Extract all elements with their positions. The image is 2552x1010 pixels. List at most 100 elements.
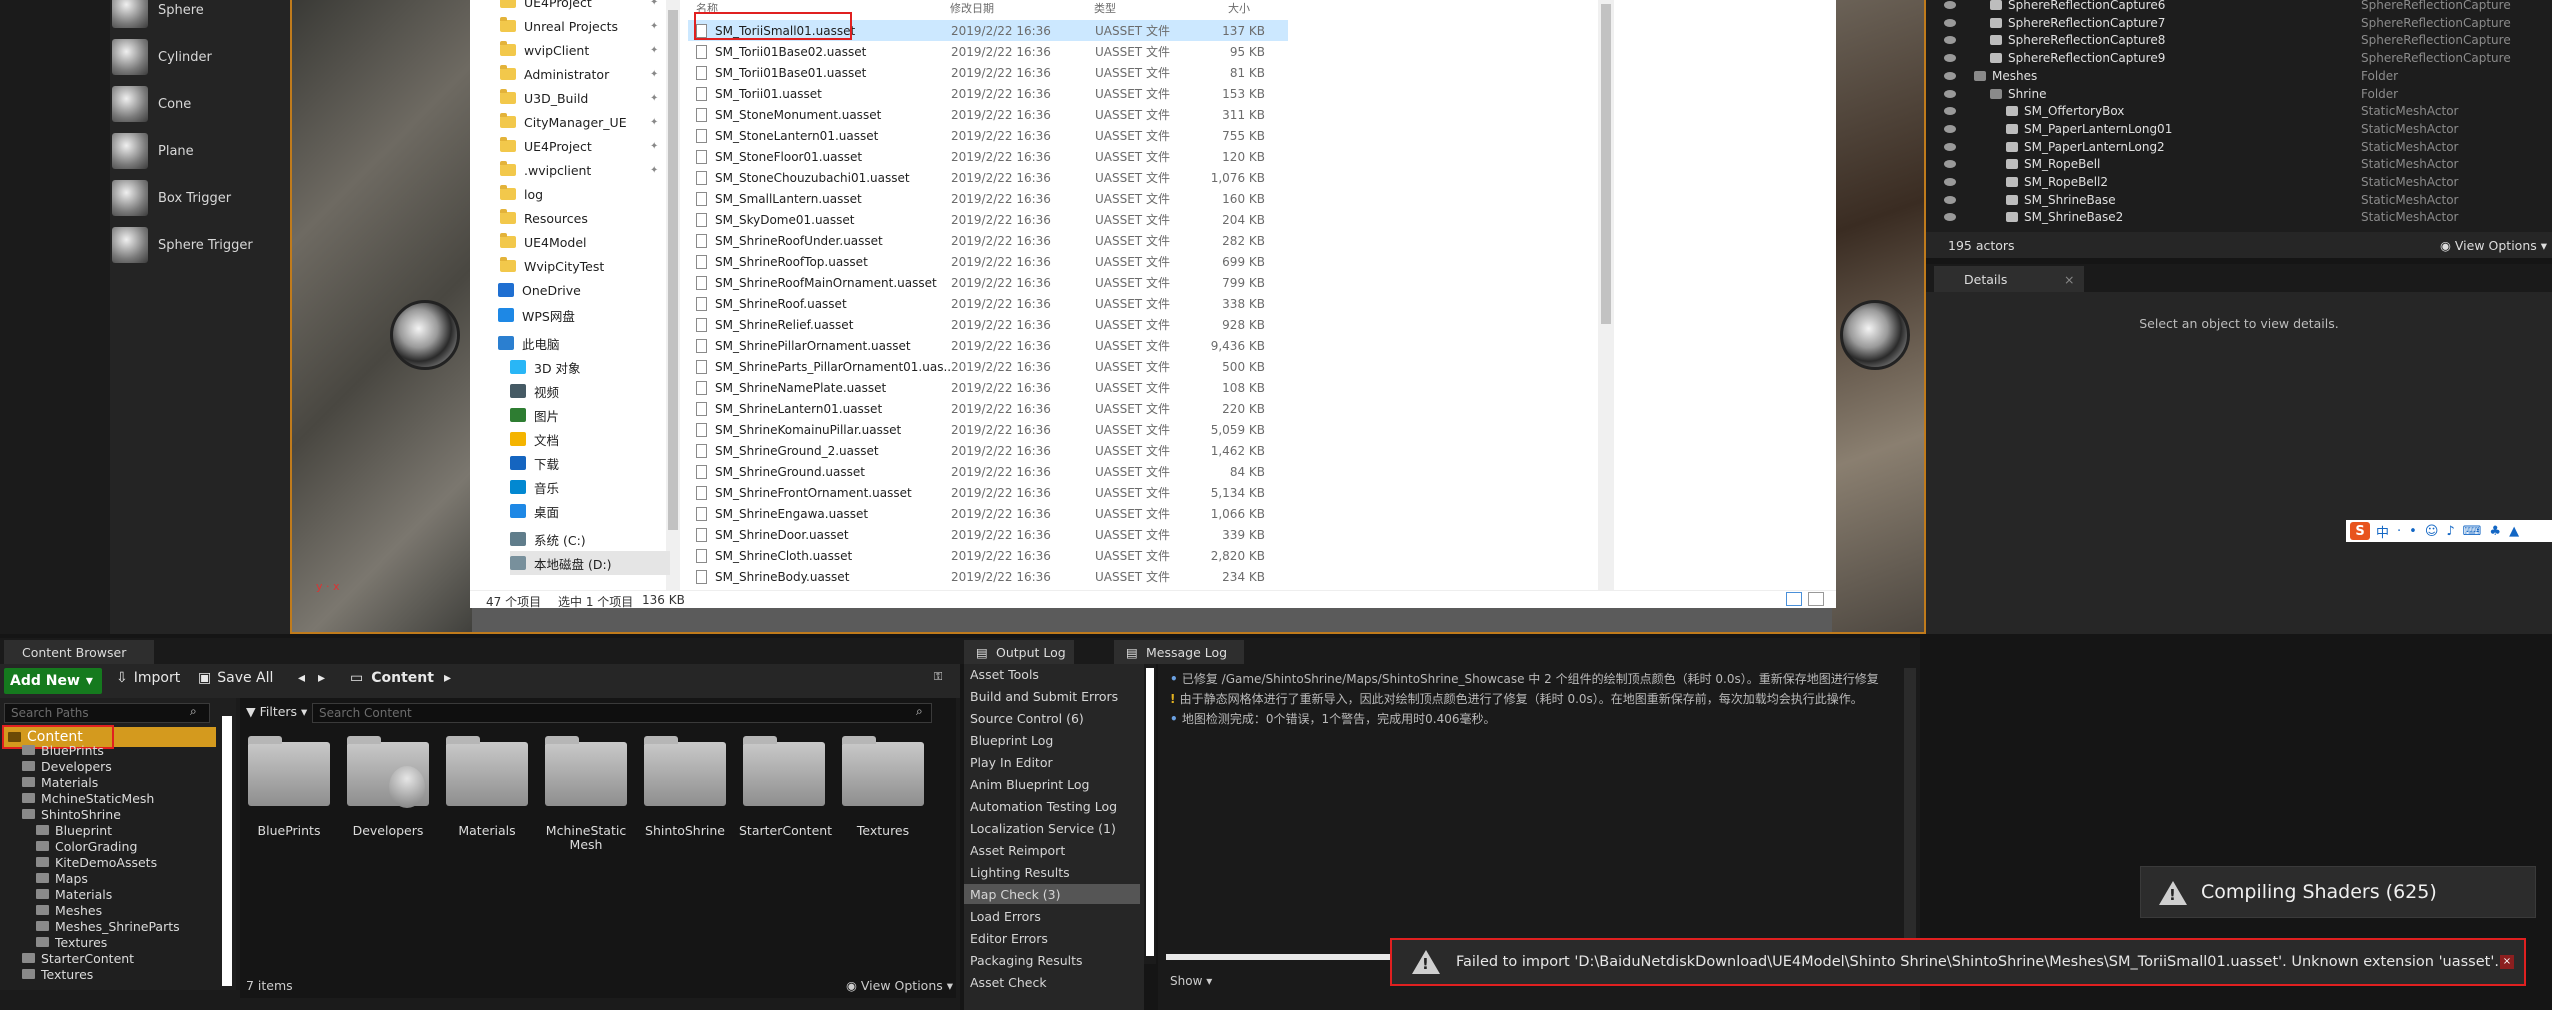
nav-special-item[interactable]: WPS网盘 [498,303,575,327]
visibility-eye-icon[interactable] [1944,71,1956,80]
log-category-item[interactable]: Map Check (3) [964,884,1140,904]
nav-item-folder[interactable]: UE4Model [500,230,587,254]
tab-details[interactable]: Details × [1934,266,2084,292]
tree-item[interactable]: Developers [22,758,112,774]
asset-folder-tile[interactable]: BluePrints [244,736,334,852]
nav-item-folder[interactable]: UE4Project ✦ [500,134,658,158]
log-category-item[interactable]: Asset Tools [970,664,1140,684]
search-content-input[interactable]: Search Content [312,703,932,723]
col-header-type[interactable]: 类型 [1094,0,1116,16]
visibility-eye-icon[interactable] [1944,142,1956,151]
save-all-button[interactable]: ▣ Save All [198,670,273,686]
visibility-eye-icon[interactable] [1944,160,1956,169]
back-button[interactable]: ◂ [298,670,305,686]
outliner-row[interactable]: SphereReflectionCapture7 SphereReflection… [1926,14,2552,32]
nav-special-item[interactable]: OneDrive [498,278,581,302]
log-category-item[interactable]: Source Control (6) [970,708,1140,728]
log-scrollbar[interactable] [1904,668,1916,944]
ime-mode-label[interactable]: 中 [2376,522,2389,541]
file-row[interactable]: SM_ShrineRoofTop.uasset 2019/2/22 16:36 UA… [688,251,1288,272]
tab-output-log[interactable]: ▤ Output Log [964,640,1074,664]
tree-item[interactable]: Meshes_ShrineParts [36,918,180,934]
outliner-row[interactable]: SphereReflectionCapture9 SphereReflection… [1926,49,2552,67]
nav-item-folder[interactable]: UE4Project ✦ [500,0,658,14]
asset-folder-tile[interactable]: Materials [442,736,532,852]
file-row[interactable]: SM_StoneLantern01.uasset 2019/2/22 16:36 U… [688,125,1288,146]
search-paths-input[interactable]: Search Paths [4,703,210,723]
place-item-cone[interactable]: Cone [112,82,287,126]
outliner-row[interactable]: SM_ShrineBase StaticMeshActor [1926,191,2552,209]
outliner-row[interactable]: SM_PaperLanternLong01 StaticMeshActor [1926,120,2552,138]
file-row[interactable]: SM_ShrineCloth.uasset 2019/2/22 16:36 UASS… [688,545,1288,566]
file-row[interactable]: SM_Torii01Base02.uasset 2019/2/22 16:36 UA… [688,41,1288,62]
visibility-eye-icon[interactable] [1944,54,1956,63]
ime-toolbar[interactable]: S 中 ·•☺♪⌨♣▲ [2346,520,2552,542]
outliner-view-options[interactable]: ◉ View Options ▾ [2440,238,2547,253]
file-row[interactable]: SM_ShrineGround_2.uasset 2019/2/22 16:36 U… [688,440,1288,461]
tree-item[interactable]: Textures [36,934,107,950]
tree-item[interactable]: Textures [22,966,93,982]
visibility-eye-icon[interactable] [1944,213,1956,222]
nav-special-item[interactable]: 3D 对象 [510,355,581,379]
tab-message-log[interactable]: ▤ Message Log [1114,640,1244,664]
log-category-item[interactable]: Anim Blueprint Log [970,774,1140,794]
log-category-item[interactable]: Automation Testing Log [970,796,1140,816]
nav-item-folder[interactable]: .wvipclient ✦ [500,158,658,182]
log-category-item[interactable]: Play In Editor [970,752,1140,772]
file-row[interactable]: SM_ShrineFrontOrnament.uasset 2019/2/22 1… [688,482,1288,503]
nav-item-folder[interactable]: wvipClient ✦ [500,38,658,62]
asset-folder-tile[interactable]: Developers [343,736,433,852]
file-row[interactable]: SM_SkyDome01.uasset 2019/2/22 16:36 UASSET… [688,209,1288,230]
file-row[interactable]: SM_ShrineLantern01.uasset 2019/2/22 16:36… [688,398,1288,419]
file-row[interactable]: SM_ShrineRoof.uasset 2019/2/22 16:36 UASSE… [688,293,1288,314]
file-row[interactable]: SM_Torii01Base01.uasset 2019/2/22 16:36 UA… [688,62,1288,83]
nav-special-item[interactable]: 下载 [510,451,559,475]
place-item-sphere-trigger[interactable]: Sphere Trigger [112,223,287,267]
nav-special-item[interactable]: 视频 [510,379,559,403]
file-row[interactable]: SM_ShrineRelief.uasset 2019/2/22 16:36 UAS… [688,314,1288,335]
close-icon[interactable]: × [2064,272,2074,287]
nav-item-folder[interactable]: CityManager_UE ✦ [500,110,658,134]
details-view-icon[interactable] [1786,592,1802,606]
nav-special-item[interactable]: 桌面 [510,499,559,523]
log-category-item[interactable]: Localization Service (1) [970,818,1140,838]
visibility-eye-icon[interactable] [1944,89,1956,98]
category-scrollbar[interactable] [1144,664,1156,964]
file-row[interactable]: SM_ShrineNamePlate.uasset 2019/2/22 16:36… [688,377,1288,398]
nav-item-folder[interactable]: Administrator ✦ [500,62,658,86]
tree-item[interactable]: StarterContent [22,950,134,966]
tree-item[interactable]: Materials [36,886,112,902]
nav-special-item[interactable]: 系统 (C:) [510,527,586,551]
file-scrollbar-thumb[interactable] [1601,4,1611,324]
nav-item-folder[interactable]: log [500,182,543,206]
content-view-options[interactable]: ◉ View Options ▾ [846,978,953,993]
log-category-item[interactable]: Editor Errors [970,928,1140,948]
log-category-item[interactable]: Asset Reimport [970,840,1140,860]
nav-special-item[interactable]: 文档 [510,427,559,451]
filters-button[interactable]: ▼ Filters ▾ [246,704,307,719]
tree-item[interactable]: Meshes [36,902,102,918]
close-icon[interactable]: × [2500,955,2514,969]
nav-special-item[interactable]: 图片 [510,403,559,427]
file-row[interactable]: SM_ShrineParts_PillarOrnament01.uas... 20… [688,356,1288,377]
tree-item[interactable]: ShintoShrine [22,806,121,822]
tab-content-browser[interactable]: Content Browser [4,640,154,664]
file-row[interactable]: SM_ShrineRoofUnder.uasset 2019/2/22 16:36… [688,230,1288,251]
outliner-row[interactable]: SphereReflectionCapture6 SphereReflection… [1926,0,2552,14]
visibility-eye-icon[interactable] [1944,36,1956,45]
visibility-eye-icon[interactable] [1944,124,1956,133]
import-button[interactable]: ⇩ Import [116,670,180,686]
nav-special-item[interactable]: 此电脑 [498,331,560,355]
log-category-item[interactable]: Load Errors [970,906,1140,926]
file-row[interactable]: SM_StoneFloor01.uasset 2019/2/22 16:36 UAS… [688,146,1288,167]
outliner-row[interactable]: SM_PaperLanternLong2 StaticMeshActor [1926,138,2552,156]
outliner-row[interactable]: SM_RopeBell2 StaticMeshActor [1926,173,2552,191]
category-scrollbar-thumb[interactable] [1146,668,1154,956]
nav-item-folder[interactable]: Unreal Projects ✦ [500,14,658,38]
asset-folder-tile[interactable]: Textures [838,736,928,852]
log-category-item[interactable]: Blueprint Log [970,730,1140,750]
col-header-size[interactable]: 大小 [1228,0,1250,16]
tree-scrollbar[interactable] [222,716,232,986]
file-row[interactable]: SM_SmallLantern.uasset 2019/2/22 16:36 UAS… [688,188,1288,209]
file-row[interactable]: SM_ShrineDoor.uasset 2019/2/22 16:36 UASSE… [688,524,1288,545]
